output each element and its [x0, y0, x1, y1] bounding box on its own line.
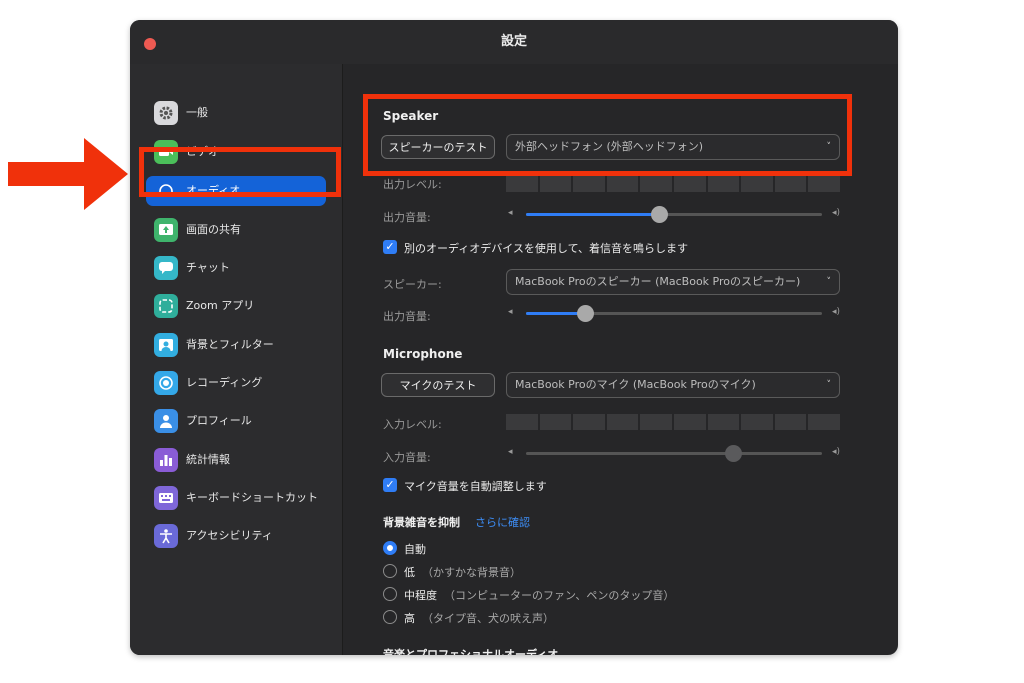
noise-option-label: 低 （かすかな背景音）	[404, 566, 521, 579]
arrow-annotation-icon	[8, 138, 128, 210]
accessibility-icon	[154, 524, 178, 548]
sidebar-item-accessibility[interactable]: アクセシビリティ	[146, 521, 326, 551]
sidebar-item-label: 背景とフィルター	[186, 338, 274, 351]
noise-option-label: 高 （タイプ音、犬の吠え声）	[404, 612, 554, 625]
sidebar-item-label: キーボードショートカット	[186, 491, 318, 504]
sidebar-item-label: レコーディング	[186, 376, 263, 389]
mic-volume-slider[interactable]: ◂ ◂)	[508, 445, 840, 462]
sidebar-item-chat[interactable]: チャット	[146, 253, 326, 283]
volume-high-icon: ◂)	[831, 447, 840, 457]
output-level-meter	[506, 176, 840, 192]
sidebar-item-label: 画面の共有	[186, 223, 241, 236]
slider-knob[interactable]	[577, 305, 595, 322]
sidebar-item-recording[interactable]: レコーディング	[146, 368, 326, 398]
gear-icon	[154, 101, 178, 125]
sidebar-item-share-screen[interactable]: 画面の共有	[146, 215, 326, 245]
profile-icon	[154, 409, 178, 433]
noise-radio-low[interactable]	[383, 564, 397, 578]
mic-device-select[interactable]: MacBook Proのマイク (MacBook Proのマイク) ˅	[506, 372, 840, 398]
sidebar-item-keyboard-shortcuts[interactable]: キーボードショートカット	[146, 483, 326, 513]
noise-option-label: 自動	[404, 543, 426, 556]
window-title: 設定	[500, 34, 527, 49]
share-screen-icon	[154, 218, 178, 242]
keyboard-icon	[154, 486, 178, 510]
sidebar-item-label: Zoom アプリ	[186, 299, 255, 312]
learn-more-link[interactable]: さらに確認	[475, 514, 530, 530]
chevron-down-icon: ˅	[826, 380, 832, 390]
input-level-label: 入力レベル:	[383, 418, 442, 431]
ring-volume-label: 出力音量:	[383, 310, 431, 323]
selected-device: MacBook Proのスピーカー (MacBook Proのスピーカー)	[515, 275, 801, 288]
record-icon	[154, 371, 178, 395]
auto-adjust-mic-checkbox[interactable]: ✓	[383, 478, 397, 492]
stats-icon	[154, 448, 178, 472]
slider-knob[interactable]	[725, 445, 743, 462]
sidebar-item-label: 一般	[186, 106, 208, 119]
chat-bubble-icon	[154, 256, 178, 280]
input-volume-label: 入力音量:	[383, 451, 431, 464]
sidebar-item-label: アクセシビリティ	[186, 529, 273, 542]
music-audio-heading: 音楽とプロフェショナルオーディオ	[383, 648, 559, 655]
volume-low-icon: ◂	[508, 208, 513, 218]
chevron-down-icon: ˅	[826, 277, 832, 287]
microphone-heading: Microphone	[383, 347, 463, 361]
zoom-apps-icon	[154, 294, 178, 318]
title-bar: 設定	[130, 20, 898, 64]
output-level-label: 出力レベル:	[383, 178, 442, 191]
noise-radio-high[interactable]	[383, 610, 397, 624]
sidebar-item-profile[interactable]: プロフィール	[146, 406, 326, 436]
separate-ringtone-checkbox[interactable]: ✓	[383, 240, 397, 254]
speaker-highlight-annotation	[363, 94, 852, 176]
ring-speaker-label: スピーカー:	[383, 278, 442, 291]
settings-window: 設定 一般 ビデオ オーディオ 画面の共有 チャット Zoom アプリ 背景とフ…	[130, 20, 898, 655]
noise-option-label: 中程度 （コンピューターのファン、ペンのタップ音）	[404, 589, 675, 602]
sidebar-item-label: プロフィール	[186, 414, 252, 427]
ring-speaker-select[interactable]: MacBook Proのスピーカー (MacBook Proのスピーカー) ˅	[506, 269, 840, 295]
sidebar-item-statistics[interactable]: 統計情報	[146, 445, 326, 475]
sidebar-item-zoom-apps[interactable]: Zoom アプリ	[146, 291, 326, 321]
sidebar-item-label: 統計情報	[186, 453, 230, 466]
input-level-meter	[506, 414, 840, 430]
selected-device: MacBook Proのマイク (MacBook Proのマイク)	[515, 378, 756, 391]
volume-low-icon: ◂	[508, 447, 513, 457]
audio-tab-highlight-annotation	[139, 147, 341, 197]
auto-adjust-mic-label: マイク音量を自動調整します	[404, 480, 547, 493]
slider-knob[interactable]	[651, 206, 669, 223]
output-volume-label: 出力音量:	[383, 211, 431, 224]
volume-low-icon: ◂	[508, 307, 513, 317]
sidebar-item-general[interactable]: 一般	[146, 98, 326, 128]
test-mic-button[interactable]: マイクのテスト	[381, 373, 495, 397]
sidebar-item-label: チャット	[186, 261, 230, 274]
noise-radio-medium[interactable]	[383, 587, 397, 601]
ring-volume-slider[interactable]: ◂ ◂)	[508, 305, 840, 322]
volume-high-icon: ◂)	[831, 208, 840, 218]
separate-ringtone-label: 別のオーディオデバイスを使用して、着信音を鳴らします	[404, 242, 689, 255]
speaker-volume-slider[interactable]: ◂ ◂)	[508, 206, 840, 223]
sidebar-item-background[interactable]: 背景とフィルター	[146, 330, 326, 360]
background-icon	[154, 333, 178, 357]
noise-suppression-heading: 背景雑音を抑制	[383, 516, 460, 529]
audio-settings-panel: Speaker スピーカーのテスト 外部ヘッドフォン (外部ヘッドフォン) ˅ …	[343, 64, 898, 655]
volume-high-icon: ◂)	[831, 307, 840, 317]
noise-radio-auto[interactable]	[383, 541, 397, 555]
